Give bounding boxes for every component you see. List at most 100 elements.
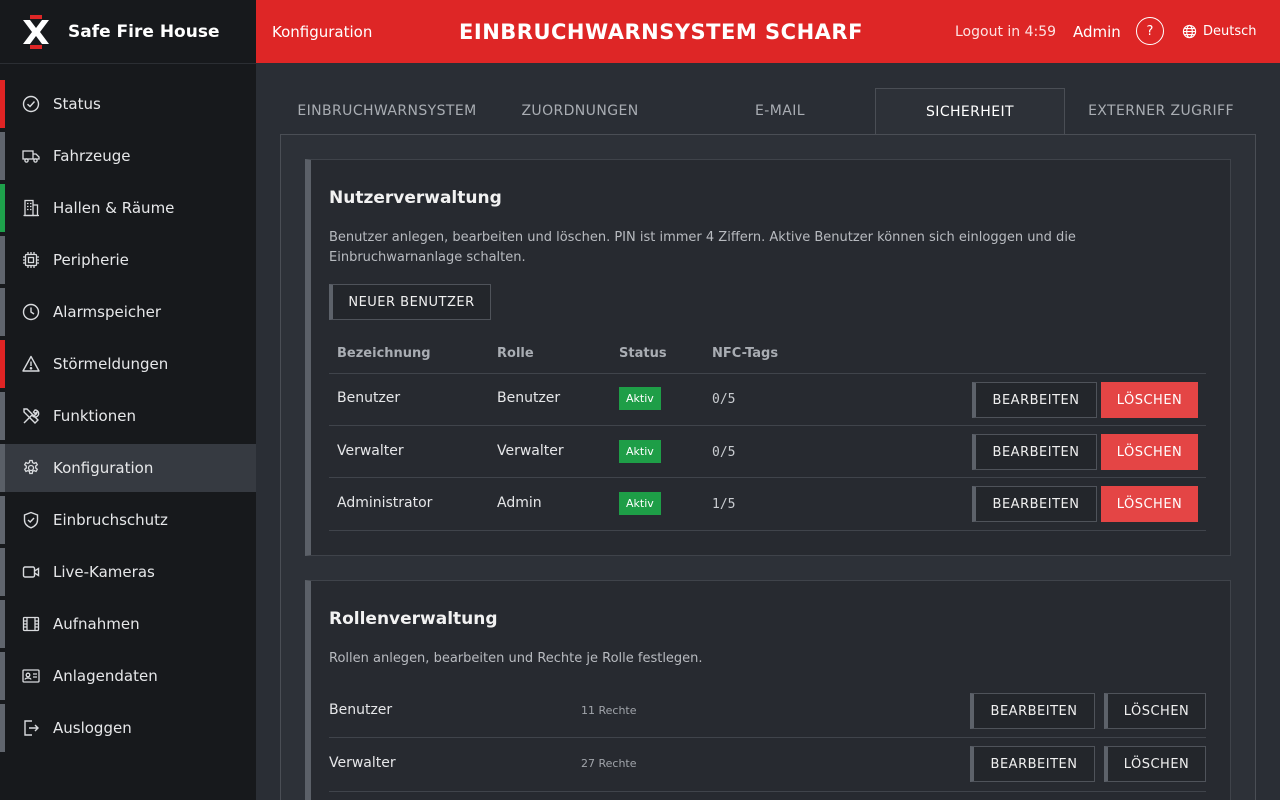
- divider: [329, 791, 1206, 792]
- role-rights-count: 27 Rechte: [581, 757, 637, 770]
- help-button[interactable]: ?: [1136, 17, 1164, 45]
- tab-einbruchwarnsystem[interactable]: EINBRUCHWARNSYSTEM: [292, 88, 482, 134]
- sidebar-item-peripherie[interactable]: Peripherie: [0, 236, 256, 284]
- status-indicator: [0, 340, 5, 388]
- delete-user-button[interactable]: LÖSCHEN: [1101, 486, 1198, 522]
- user-name: Verwalter: [337, 443, 404, 459]
- sidebar-item-label: Live-Kameras: [53, 563, 155, 581]
- status-indicator: [0, 496, 5, 544]
- clock-icon: [22, 303, 40, 321]
- config-tabs: EINBRUCHWARNSYSTEM ZUORDNUNGEN E-MAIL SI…: [280, 88, 1256, 134]
- status-badge: Aktiv: [619, 492, 661, 515]
- delete-role-button[interactable]: LÖSCHEN: [1104, 746, 1206, 782]
- status-indicator: [0, 392, 5, 440]
- role-name: Verwalter: [329, 755, 396, 771]
- brand-name: Safe Fire House: [68, 21, 220, 42]
- sidebar-item-funktionen[interactable]: Funktionen: [0, 392, 256, 440]
- user-role: Admin: [497, 495, 542, 511]
- sidebar-item-label: Konfiguration: [53, 459, 154, 477]
- nfc-count: 0/5: [712, 392, 736, 407]
- chip-icon: [22, 251, 40, 269]
- status-indicator: [0, 236, 5, 284]
- status-badge: Aktiv: [619, 387, 661, 410]
- film-icon: [22, 615, 40, 633]
- status-indicator: [0, 548, 5, 596]
- language-selector[interactable]: Deutsch: [1182, 24, 1257, 39]
- delete-role-button[interactable]: LÖSCHEN: [1104, 693, 1206, 729]
- sidebar-item-label: Anlagendaten: [53, 667, 158, 685]
- status-indicator: [0, 132, 5, 180]
- column-header-status: Status: [619, 346, 667, 361]
- sidebar-item-label: Peripherie: [53, 251, 129, 269]
- logout-timer: Logout in 4:59: [955, 23, 1057, 40]
- column-header-nfc: NFC-Tags: [712, 346, 779, 361]
- status-indicator: [0, 444, 5, 492]
- delete-user-button[interactable]: LÖSCHEN: [1101, 434, 1198, 470]
- logo-icon: [23, 14, 49, 49]
- tab-externer-zugriff[interactable]: EXTERNER ZUGRIFF: [1066, 88, 1256, 134]
- status-indicator: [0, 80, 5, 128]
- sidebar-item-alarmspeicher[interactable]: Alarmspeicher: [0, 288, 256, 336]
- delete-user-button[interactable]: LÖSCHEN: [1101, 382, 1198, 418]
- panel-title: Rollenverwaltung: [329, 609, 498, 629]
- column-header-role: Rolle: [497, 346, 534, 361]
- panel-description: Rollen anlegen, bearbeiten und Rechte je…: [329, 651, 703, 666]
- check-circle-icon: [22, 95, 40, 113]
- user-name: Administrator: [337, 495, 433, 511]
- sidebar-item-label: Funktionen: [53, 407, 136, 425]
- edit-role-button[interactable]: BEARBEITEN: [970, 693, 1095, 729]
- brand[interactable]: Safe Fire House: [0, 0, 256, 64]
- status-indicator: [0, 704, 5, 752]
- sidebar-item-aufnahmen[interactable]: Aufnahmen: [0, 600, 256, 648]
- edit-user-button[interactable]: BEARBEITEN: [972, 486, 1097, 522]
- warning-icon: [22, 355, 40, 373]
- panel-title: Nutzerverwaltung: [329, 188, 502, 208]
- sidebar-item-ausloggen[interactable]: Ausloggen: [0, 704, 256, 752]
- role-name: Benutzer: [329, 702, 393, 718]
- divider: [329, 477, 1206, 478]
- shield-icon: [22, 511, 40, 529]
- new-user-button[interactable]: NEUER BENUTZER: [329, 284, 491, 320]
- role-management-panel: Rollenverwaltung Rollen anlegen, bearbei…: [305, 580, 1231, 800]
- language-label: Deutsch: [1203, 24, 1257, 39]
- nfc-count: 1/5: [712, 497, 736, 512]
- role-rights-count: 11 Rechte: [581, 704, 637, 717]
- top-header: Konfiguration EINBRUCHWARNSYSTEM SCHARF …: [256, 0, 1280, 63]
- sidebar-item-label: Hallen & Räume: [53, 199, 175, 217]
- sidebar-item-fahrzeuge[interactable]: Fahrzeuge: [0, 132, 256, 180]
- page-title: EINBRUCHWARNSYSTEM SCHARF: [459, 19, 863, 44]
- sidebar-item-label: Einbruchschutz: [53, 511, 168, 529]
- id-card-icon: [22, 667, 40, 685]
- divider: [329, 425, 1206, 426]
- sidebar-item-live-kameras[interactable]: Live-Kameras: [0, 548, 256, 596]
- divider: [329, 530, 1206, 531]
- sidebar-item-einbruchschutz[interactable]: Einbruchschutz: [0, 496, 256, 544]
- nfc-count: 0/5: [712, 445, 736, 460]
- sidebar-item-anlagendaten[interactable]: Anlagendaten: [0, 652, 256, 700]
- edit-user-button[interactable]: BEARBEITEN: [972, 382, 1097, 418]
- edit-user-button[interactable]: BEARBEITEN: [972, 434, 1097, 470]
- truck-icon: [22, 147, 40, 165]
- user-role: Benutzer: [497, 390, 561, 406]
- status-indicator: [0, 288, 5, 336]
- divider: [329, 737, 1206, 738]
- sidebar-nav: Status Fahrzeuge Hallen & Räume Peripher…: [0, 80, 256, 756]
- tab-sicherheit[interactable]: SICHERHEIT: [875, 88, 1065, 134]
- panel-description: Benutzer anlegen, bearbeiten und löschen…: [329, 230, 1076, 265]
- status-indicator: [0, 600, 5, 648]
- sidebar-item-status[interactable]: Status: [0, 80, 256, 128]
- sidebar-item-label: Status: [53, 95, 101, 113]
- edit-role-button[interactable]: BEARBEITEN: [970, 746, 1095, 782]
- tab-zuordnungen[interactable]: ZUORDNUNGEN: [485, 88, 675, 134]
- sidebar-item-stoermeldungen[interactable]: Störmeldungen: [0, 340, 256, 388]
- status-indicator: [0, 184, 5, 232]
- column-header-name: Bezeichnung: [337, 346, 431, 361]
- sidebar-item-konfiguration[interactable]: Konfiguration: [0, 444, 256, 492]
- tools-icon: [22, 407, 40, 425]
- user-name: Benutzer: [337, 390, 401, 406]
- tab-e-mail[interactable]: E-MAIL: [685, 88, 875, 134]
- building-icon: [22, 199, 40, 217]
- user-menu[interactable]: Admin: [1073, 23, 1121, 41]
- sidebar-item-hallen-raeume[interactable]: Hallen & Räume: [0, 184, 256, 232]
- sidebar-item-label: Fahrzeuge: [53, 147, 131, 165]
